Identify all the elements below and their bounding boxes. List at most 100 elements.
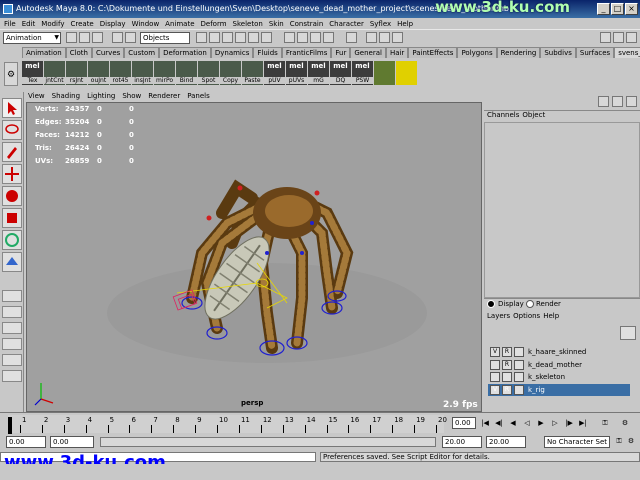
menu-modify[interactable]: Modify	[41, 20, 64, 28]
new-scene-icon[interactable]	[66, 32, 77, 43]
shelf-tab-deformation[interactable]: Deformation	[159, 47, 211, 58]
layer-render-toggle[interactable]	[502, 372, 512, 382]
menu-constrain[interactable]: Constrain	[290, 20, 324, 28]
menu-window[interactable]: Window	[132, 20, 160, 28]
layer-row[interactable]: V Rk_haare_skinned	[488, 346, 630, 358]
shelf-button-bind[interactable]: Bind	[176, 61, 197, 85]
mask-icon[interactable]	[261, 32, 272, 43]
shelf-tab-animation[interactable]: Animation	[22, 47, 66, 58]
shelf-button-rot45[interactable]: rot45	[110, 61, 131, 85]
shelf-tab-fluids[interactable]: Fluids	[253, 47, 282, 58]
shelf-button-tex[interactable]: mel Tex	[22, 61, 43, 85]
shelf-tab-custom[interactable]: Custom	[124, 47, 160, 58]
layer-render-toggle[interactable]: R	[502, 347, 512, 357]
rotate-tool-icon[interactable]	[2, 186, 22, 206]
step-back-icon[interactable]: ◀	[508, 418, 518, 428]
open-scene-icon[interactable]	[79, 32, 90, 43]
viewport-menu-view[interactable]: View	[28, 92, 45, 102]
animation-end-field[interactable]: 20.00	[486, 436, 526, 448]
layer-color-swatch[interactable]	[514, 372, 524, 382]
shelf-tab-franticfilms[interactable]: FranticFilms	[281, 47, 332, 58]
step-back-key-icon[interactable]: ◀|	[494, 418, 504, 428]
hypershade-layout-icon[interactable]	[2, 370, 22, 382]
time-slider[interactable]: 1 2 3 4 5 6 7 8 9 10 11 12 13 14 15 16 17 18 19 20 0.00 |◀ …	[0, 412, 640, 435]
layer-row[interactable]: Rk_dead_mother	[488, 359, 630, 371]
scale-tool-icon[interactable]	[2, 208, 22, 228]
channel-box-menu-object[interactable]: Object	[522, 111, 545, 119]
shelf-button-dq[interactable]: mel DQ	[330, 61, 351, 85]
channel-box[interactable]	[484, 122, 640, 298]
playback-start-field[interactable]: 0.00	[50, 436, 94, 448]
menu-display[interactable]: Display	[100, 20, 126, 28]
layer-render-toggle[interactable]: R	[502, 384, 512, 395]
shelf-tab-dynamics[interactable]: Dynamics	[210, 47, 254, 58]
snap-point-icon[interactable]	[310, 32, 321, 43]
mask-icon[interactable]	[209, 32, 220, 43]
viewport-panel[interactable]: Verts: 24357 0 0 Edges: 35204 0 0 Faces: 14212 0 0 T…	[26, 102, 482, 412]
display-radio[interactable]	[487, 300, 495, 308]
shelf-button-oujnt[interactable]: ouJnt	[88, 61, 109, 85]
menu-create[interactable]: Create	[70, 20, 93, 28]
channel-box-toggle-icon[interactable]	[626, 32, 637, 43]
menu-edit[interactable]: Edit	[22, 20, 36, 28]
menu-skeleton[interactable]: Skeleton	[233, 20, 263, 28]
range-bar[interactable]	[100, 437, 436, 447]
shelf-tab-fur[interactable]: Fur	[331, 47, 351, 58]
select-object-icon[interactable]	[125, 32, 136, 43]
minimize-button[interactable]: _	[597, 3, 610, 15]
shelf-tab-surfaces[interactable]: Surfaces	[575, 47, 615, 58]
shelf-button-mg[interactable]: mel mG	[308, 61, 329, 85]
shelf-tab-cloth[interactable]: Cloth	[65, 47, 92, 58]
play-forward-icon[interactable]: ▶	[536, 418, 546, 428]
viewport-menu-show[interactable]: Show	[122, 92, 141, 102]
menu-skin[interactable]: Skin	[269, 20, 284, 28]
shelf-tab-painteffects[interactable]: PaintEffects	[408, 47, 458, 58]
time-slider-track[interactable]: 1 2 3 4 5 6 7 8 9 10 11 12 13 14 15 16 17 18 19 20	[8, 415, 447, 435]
shelf-button-puv[interactable]: mel pUV	[264, 61, 285, 85]
shelf-button-mirpo[interactable]: mirPo	[154, 61, 175, 85]
menu-set-select[interactable]: Animation	[3, 32, 61, 44]
snap-grid-icon[interactable]	[284, 32, 295, 43]
shelf-button-psw[interactable]: mel PSW	[352, 61, 373, 85]
four-pane-layout-icon[interactable]	[2, 306, 22, 318]
shelf-button-puvs[interactable]: mel pUVs	[286, 61, 307, 85]
shelf-button-copy[interactable]: Copy	[220, 61, 241, 85]
create-layer-icon[interactable]	[620, 326, 636, 340]
mask-icon[interactable]	[222, 32, 233, 43]
menu-animate[interactable]: Animate	[165, 20, 194, 28]
shelf-menu-gear-icon[interactable]: ⚙	[4, 62, 18, 86]
layer-menu-options[interactable]: Options	[513, 312, 540, 320]
select-hierarchy-icon[interactable]	[112, 32, 123, 43]
two-pane-layout-icon[interactable]	[2, 322, 22, 334]
menu-character[interactable]: Character	[329, 20, 364, 28]
ipr-render-icon[interactable]	[379, 32, 390, 43]
shelf-tab-curves[interactable]: Curves	[91, 47, 125, 58]
menu-deform[interactable]: Deform	[201, 20, 227, 28]
shelf-tab-hair[interactable]: Hair	[385, 47, 409, 58]
layer-render-toggle[interactable]: R	[502, 359, 512, 370]
layer-visibility-toggle[interactable]: V	[490, 384, 500, 395]
render-radio[interactable]	[526, 300, 534, 308]
shelf-button-insjnt[interactable]: insJnt	[132, 61, 153, 85]
shelf-tab-subdivs[interactable]: Subdivs	[540, 47, 576, 58]
mask-icon[interactable]	[248, 32, 259, 43]
menu-file[interactable]: File	[4, 20, 16, 28]
render-globals-icon[interactable]	[392, 32, 403, 43]
layer-menu-help[interactable]: Help	[543, 312, 559, 320]
layer-row[interactable]: V Rk_rig	[488, 383, 630, 396]
last-tool-icon[interactable]	[2, 252, 22, 272]
shelf-button-paste[interactable]: Paste	[242, 61, 263, 85]
viewport-menu-renderer[interactable]: Renderer	[148, 92, 180, 102]
shelf-button-extra-icon[interactable]	[374, 61, 395, 85]
go-to-end-icon[interactable]: ▶|	[578, 418, 588, 428]
layer-visibility-toggle[interactable]	[490, 372, 500, 382]
menu-help[interactable]: Help	[397, 20, 413, 28]
auto-key-icon[interactable]: ⚿	[614, 436, 624, 446]
lasso-tool-icon[interactable]	[2, 120, 22, 140]
selection-mask-field[interactable]: Objects	[140, 32, 190, 44]
shelf-button-spot[interactable]: Spot	[198, 61, 219, 85]
shelf-tab-polygons[interactable]: Polygons	[457, 47, 497, 58]
menu-syflex[interactable]: Syflex	[370, 20, 391, 28]
character-set-field[interactable]: No Character Set	[544, 436, 610, 448]
maximize-button[interactable]: □	[611, 3, 624, 15]
